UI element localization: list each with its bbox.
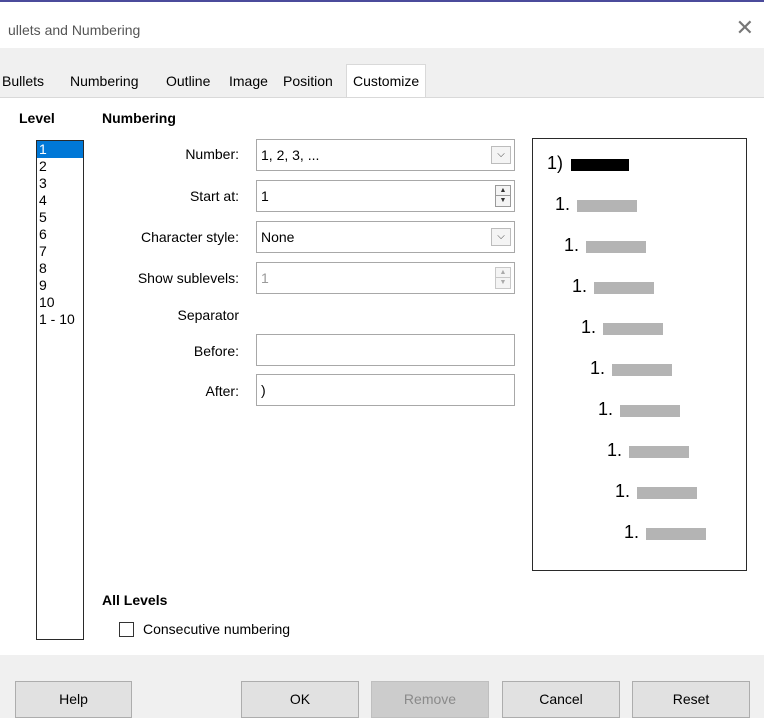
level-item[interactable]: 8 (37, 260, 83, 277)
level-item[interactable]: 2 (37, 158, 83, 175)
preview-text-bar (577, 200, 637, 212)
preview-number: 1. (555, 194, 571, 214)
character-style-value: None (261, 229, 295, 245)
start-at-value: 1 (261, 188, 269, 204)
preview-number: 1. (564, 235, 580, 255)
numbering-preview: 1) 1. 1. 1. 1. 1. 1. 1. 1. 1. (532, 138, 747, 571)
number-label: Number: (185, 146, 239, 162)
help-button[interactable]: Help (15, 681, 132, 718)
spin-up-icon[interactable]: ▲ (496, 186, 510, 196)
dialog-title: ullets and Numbering (8, 22, 141, 38)
preview-number: 1. (572, 276, 588, 296)
tab-position[interactable]: Position (281, 69, 335, 95)
before-input[interactable] (256, 334, 515, 366)
consecutive-numbering-checkbox[interactable] (119, 622, 134, 637)
start-at-label: Start at: (189, 188, 239, 204)
level-item[interactable]: 1 - 10 (37, 311, 83, 328)
level-item[interactable]: 10 (37, 294, 83, 311)
level-item[interactable]: 5 (37, 209, 83, 226)
preview-text-bar (620, 405, 680, 417)
tab-strip: Bullets Numbering Outline Image Position… (0, 48, 764, 98)
level-item[interactable]: 9 (37, 277, 83, 294)
preview-text-bar (646, 528, 706, 540)
title-accent-line (0, 0, 764, 2)
spin-arrows-icon: ▲ ▼ (495, 267, 511, 289)
spin-arrows-icon[interactable]: ▲ ▼ (495, 185, 511, 207)
spin-up-icon: ▲ (496, 268, 510, 278)
level-item[interactable]: 3 (37, 175, 83, 192)
preview-number: 1. (615, 481, 631, 501)
number-select-value: 1, 2, 3, ... (261, 147, 320, 163)
spin-down-icon: ▼ (499, 279, 507, 286)
show-sublevels-value: 1 (261, 270, 269, 286)
tab-customize[interactable]: Customize (346, 64, 427, 98)
tab-bullets[interactable]: Bullets (0, 69, 46, 95)
after-value: ) (261, 382, 266, 398)
preview-text-bar (629, 446, 689, 458)
preview-number: 1. (581, 317, 597, 337)
preview-number: 1. (624, 522, 640, 542)
tab-numbering[interactable]: Numbering (68, 69, 140, 95)
preview-text-bar (637, 487, 697, 499)
cancel-button[interactable]: Cancel (502, 681, 620, 718)
level-item[interactable]: 1 (37, 141, 83, 158)
preview-text-bar (571, 159, 629, 171)
level-list[interactable]: 1 2 3 4 5 6 7 8 9 10 1 - 10 (36, 140, 84, 640)
close-icon[interactable]: ✕ (736, 16, 754, 40)
reset-button[interactable]: Reset (632, 681, 750, 718)
tab-outline[interactable]: Outline (164, 69, 212, 95)
start-at-spinbox[interactable]: 1 ▲ ▼ (256, 180, 515, 212)
after-label: After: (205, 383, 239, 399)
level-item[interactable]: 4 (37, 192, 83, 209)
level-item[interactable]: 6 (37, 226, 83, 243)
show-sublevels-spinbox: 1 ▲ ▼ (256, 262, 515, 294)
level-item[interactable]: 7 (37, 243, 83, 260)
before-label: Before: (193, 343, 239, 359)
show-sublevels-label: Show sublevels: (137, 270, 239, 286)
chevron-down-icon[interactable]: ⌵ (491, 146, 511, 164)
remove-button: Remove (371, 681, 489, 718)
preview-number: 1. (590, 358, 606, 378)
character-style-select[interactable]: None ⌵ (256, 221, 515, 253)
ok-button[interactable]: OK (241, 681, 359, 718)
preview-text-bar (594, 282, 654, 294)
after-input[interactable]: ) (256, 374, 515, 406)
preview-text-bar (586, 241, 646, 253)
chevron-down-icon[interactable]: ⌵ (491, 228, 511, 246)
preview-number: 1. (607, 440, 623, 460)
character-style-label: Character style: (140, 229, 239, 245)
preview-text-bar (603, 323, 663, 335)
all-levels-heading: All Levels (102, 592, 168, 608)
level-heading: Level (19, 110, 55, 126)
title-bar: ullets and Numbering ✕ (0, 0, 764, 48)
spin-down-icon[interactable]: ▼ (496, 196, 510, 206)
preview-number: 1) (547, 153, 564, 173)
consecutive-numbering-label[interactable]: Consecutive numbering (143, 621, 290, 637)
separator-label: Separator (177, 307, 239, 323)
tab-image[interactable]: Image (227, 69, 270, 95)
numbering-heading: Numbering (102, 110, 176, 126)
preview-text-bar (612, 364, 672, 376)
preview-number: 1. (598, 399, 614, 419)
number-select[interactable]: 1, 2, 3, ... ⌵ (256, 139, 515, 171)
